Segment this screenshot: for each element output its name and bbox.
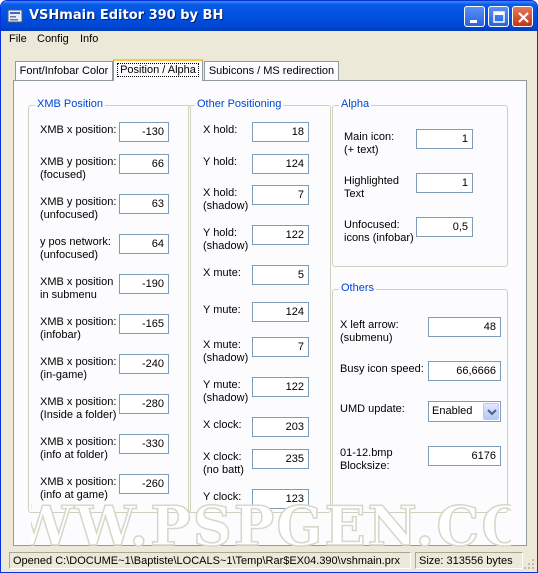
- x-clock-no-batt-input[interactable]: 235: [252, 449, 309, 469]
- xmb-x-position-inside-folder-label: XMB x position: (Inside a folder): [40, 396, 117, 421]
- xmb-y-position-focused-input[interactable]: 66: [119, 154, 169, 174]
- y-hold-shadow-input[interactable]: 122: [252, 225, 309, 245]
- tab-font-infobar-color[interactable]: Font/Infobar Color: [15, 61, 113, 81]
- y-pos-network-unfocused-label: y pos network: (unfocused): [40, 236, 111, 261]
- highlighted-text-alpha-label: Highlighted Text: [344, 175, 400, 200]
- x-hold-input[interactable]: 18: [252, 122, 309, 142]
- unfocused-icons-alpha-label: Unfocused: icons (infobar): [344, 219, 414, 244]
- svg-text:WWW.PSPGEN.COM: WWW.PSPGEN.COM: [31, 497, 511, 555]
- tab-subicons-ms-redirection[interactable]: Subicons / MS redirection: [204, 61, 339, 81]
- y-hold-shadow-label: Y hold: (shadow): [203, 227, 249, 252]
- chevron-down-icon: [487, 409, 497, 416]
- x-mute-shadow-label: X mute: (shadow): [203, 339, 249, 364]
- x-left-arrow-label: X left arrow: (submenu): [340, 319, 399, 344]
- xmb-y-position-focused-label: XMB y position: (focused): [40, 156, 117, 181]
- xmb-x-position-info-at-folder-input[interactable]: -330: [119, 434, 169, 454]
- menu-config[interactable]: Config: [37, 33, 69, 45]
- y-hold-label: Y hold:: [203, 156, 238, 168]
- minimize-icon: [470, 20, 477, 23]
- status-bar: Opened C:\DOCUME~1\Baptiste\LOCALS~1\Tem…: [1, 549, 537, 572]
- menu-info[interactable]: Info: [80, 33, 98, 45]
- tab-label: Subicons / MS redirection: [208, 65, 335, 77]
- y-pos-network-unfocused-input[interactable]: 64: [119, 234, 169, 254]
- umd-update-dropdown-button[interactable]: [483, 403, 499, 420]
- y-mute-shadow-label: Y mute: (shadow): [203, 379, 249, 404]
- resize-grip-icon[interactable]: [523, 558, 535, 570]
- x-mute-shadow-input[interactable]: 7: [252, 337, 309, 357]
- x-mute-input[interactable]: 5: [252, 265, 309, 285]
- xmb-x-position-submenu-input[interactable]: -190: [119, 274, 169, 294]
- x-hold-label: X hold:: [203, 124, 238, 136]
- xmb-x-position-label: XMB x position:: [40, 124, 117, 136]
- x-clock-label: X clock:: [203, 419, 242, 431]
- highlighted-text-alpha-input[interactable]: 1: [416, 173, 473, 193]
- group-title: XMB Position: [35, 98, 106, 110]
- busy-icon-speed-input[interactable]: 66,6666: [428, 361, 501, 381]
- x-mute-label: X mute:: [203, 267, 241, 279]
- maximize-icon: [493, 11, 505, 23]
- status-file-path: Opened C:\DOCUME~1\Baptiste\LOCALS~1\Tem…: [9, 552, 411, 569]
- xmb-x-position-infobar-label: XMB x position: (infobar): [40, 316, 117, 341]
- y-mute-label: Y mute:: [203, 304, 241, 316]
- blocksize-input[interactable]: 6176: [428, 446, 501, 466]
- x-hold-shadow-label: X hold: (shadow): [203, 187, 249, 212]
- app-window: VSHmain Editor 390 by BH File Config Inf…: [0, 0, 538, 573]
- tab-position-alpha[interactable]: Position / Alpha: [113, 59, 203, 81]
- xmb-x-position-infobar-input[interactable]: -165: [119, 314, 169, 334]
- status-file-size: Size: 313556 bytes: [415, 552, 523, 569]
- menu-file[interactable]: File: [9, 33, 27, 45]
- blocksize-label: 01-12.bmp Blocksize:: [340, 447, 393, 472]
- app-icon: [7, 9, 23, 23]
- pspgen-watermark-logo: WWW.PSPGEN.COM: [31, 497, 511, 555]
- close-button[interactable]: [512, 6, 533, 27]
- x-clock-input[interactable]: 203: [252, 417, 309, 437]
- y-mute-input[interactable]: 124: [252, 302, 309, 322]
- tab-label: Font/Infobar Color: [19, 65, 109, 77]
- xmb-x-position-info-at-game-input[interactable]: -260: [119, 474, 169, 494]
- group-title: Alpha: [339, 98, 372, 110]
- umd-update-label: UMD update:: [340, 403, 405, 415]
- maximize-button[interactable]: [488, 6, 509, 27]
- umd-update-select[interactable]: Enabled: [428, 401, 501, 422]
- xmb-x-position-in-game-label: XMB x position: (in-game): [40, 356, 117, 381]
- close-icon: [518, 12, 529, 23]
- main-icon-alpha-label: Main icon: (+ text): [344, 131, 395, 156]
- group-title: Other Positioning: [195, 98, 284, 110]
- xmb-x-position-submenu-label: XMB x position in submenu: [40, 276, 114, 301]
- xmb-y-position-unfocused-label: XMB y position: (unfocused): [40, 196, 117, 221]
- group-title: Others: [339, 282, 377, 294]
- busy-icon-speed-label: Busy icon speed:: [340, 363, 424, 375]
- main-icon-alpha-input[interactable]: 1: [416, 129, 473, 149]
- xmb-x-position-inside-folder-input[interactable]: -280: [119, 394, 169, 414]
- tab-label: Position / Alpha: [117, 63, 199, 77]
- window-title: VSHmain Editor 390 by BH: [29, 8, 224, 23]
- x-hold-shadow-input[interactable]: 7: [252, 185, 309, 205]
- x-left-arrow-input[interactable]: 48: [428, 317, 501, 337]
- xmb-x-position-info-at-folder-label: XMB x position: (info at folder): [40, 436, 117, 461]
- xmb-x-position-input[interactable]: -130: [119, 122, 169, 142]
- y-hold-input[interactable]: 124: [252, 154, 309, 174]
- menu-bar: File Config Info: [1, 31, 537, 49]
- title-bar[interactable]: VSHmain Editor 390 by BH: [1, 1, 537, 31]
- minimize-button[interactable]: [464, 6, 485, 27]
- xmb-x-position-in-game-input[interactable]: -240: [119, 354, 169, 374]
- umd-update-selected-value: Enabled: [432, 405, 473, 417]
- unfocused-icons-alpha-input[interactable]: 0,5: [416, 217, 473, 237]
- y-mute-shadow-input[interactable]: 122: [252, 377, 309, 397]
- x-clock-no-batt-label: X clock: (no batt): [203, 451, 244, 476]
- xmb-y-position-unfocused-input[interactable]: 63: [119, 194, 169, 214]
